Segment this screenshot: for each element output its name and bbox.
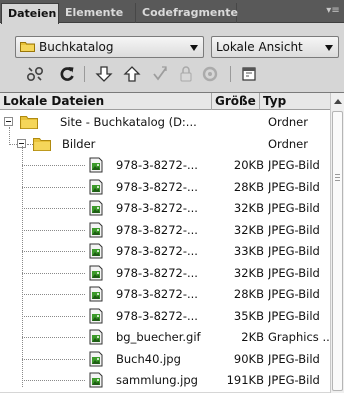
file-name: Site - Buchkatalog (D:...: [60, 115, 197, 129]
check-in-icon[interactable]: [176, 64, 196, 84]
tree-file-row[interactable]: 978-3-8272-... 33KB JPEG-Bild: [0, 241, 330, 262]
toolbar-divider: [84, 66, 85, 82]
tree-file-row[interactable]: 978-3-8272-... 28KB JPEG-Bild: [0, 284, 330, 305]
collapse-toggle-icon[interactable]: [4, 117, 13, 126]
panel-options-menu-icon[interactable]: ▾≡: [326, 5, 340, 17]
tree-file-row[interactable]: 978-3-8272-... 32KB JPEG-Bild: [0, 263, 330, 284]
file-type: JPEG-Bild: [268, 309, 320, 323]
tab-codefragmente[interactable]: Codefragmente: [136, 3, 238, 23]
image-file-icon: [88, 372, 104, 388]
tree-file-row[interactable]: 978-3-8272-... 32KB JPEG-Bild: [0, 198, 330, 219]
get-files-icon[interactable]: [94, 64, 114, 84]
file-type: JPEG-Bild: [268, 352, 320, 366]
tree-file-row[interactable]: sammlung.jpg 191KB JPEG-Bild: [0, 370, 330, 391]
file-type: JPEG-Bild: [268, 180, 320, 194]
tree-file-row[interactable]: 978-3-8272-... 20KB JPEG-Bild: [0, 155, 330, 176]
tab-dateien[interactable]: Dateien: [1, 3, 59, 24]
file-name: 978-3-8272-...: [116, 223, 198, 237]
refresh-icon[interactable]: [57, 64, 77, 84]
tree-file-row[interactable]: Buch40.jpg 90KB JPEG-Bild: [0, 349, 330, 370]
check-out-icon[interactable]: [150, 64, 170, 84]
column-header-type[interactable]: Typ: [260, 93, 330, 110]
file-size: 20KB: [233, 158, 264, 172]
toolbar-divider: [230, 66, 231, 82]
view-select[interactable]: Lokale Ansicht: [211, 36, 339, 58]
file-size: 191KB: [226, 373, 264, 387]
vertical-scrollbar[interactable]: [330, 93, 344, 393]
file-size: 32KB: [233, 201, 264, 215]
file-size: 32KB: [233, 266, 264, 280]
files-panel: Dateien Elemente Codefragmente ▾≡ Buchka…: [0, 0, 344, 393]
image-file-icon: [88, 179, 104, 195]
file-size: 32KB: [233, 223, 264, 237]
tree-folder-row[interactable]: Bilder Ordner: [0, 134, 330, 155]
file-name: 978-3-8272-...: [116, 287, 198, 301]
file-name: 978-3-8272-...: [116, 266, 198, 280]
file-name: Bilder: [62, 137, 96, 151]
file-type: Ordner: [268, 137, 308, 151]
view-select-value: Lokale Ansicht: [216, 40, 303, 54]
list-header: Lokale Dateien Größe Typ: [0, 93, 330, 110]
tree-file-row[interactable]: 978-3-8272-... 32KB JPEG-Bild: [0, 220, 330, 241]
file-type: JPEG-Bild: [268, 244, 320, 258]
file-type: JPEG-Bild: [268, 266, 320, 280]
image-file-icon: [88, 157, 104, 173]
tree-file-row[interactable]: 978-3-8272-... 35KB JPEG-Bild: [0, 306, 330, 327]
local-files-list: Lokale Dateien Größe Typ Site - Buchkata…: [0, 92, 344, 393]
file-size: 28KB: [233, 287, 264, 301]
image-file-icon: [88, 265, 104, 281]
file-size: 35KB: [233, 309, 264, 323]
put-files-icon[interactable]: [122, 64, 142, 84]
image-file-icon: [88, 243, 104, 259]
file-size: 33KB: [233, 244, 264, 258]
file-size: 2KB: [241, 330, 264, 344]
scrollbar-thumb[interactable]: [332, 111, 343, 391]
file-type: JPEG-Bild: [268, 373, 320, 387]
image-file-icon: [88, 200, 104, 216]
file-type: Ordner: [268, 115, 308, 129]
file-name: 978-3-8272-...: [116, 244, 198, 258]
panel-tab-bar: Dateien Elemente Codefragmente ▾≡: [0, 0, 344, 24]
tree-file-row[interactable]: 978-3-8272-... 28KB JPEG-Bild: [0, 177, 330, 198]
site-select-value: Buchkatalog: [39, 40, 114, 54]
file-type: Graphics ...: [268, 330, 330, 344]
chevron-down-icon: [325, 45, 333, 51]
file-name: 978-3-8272-...: [116, 309, 198, 323]
connect-icon[interactable]: [25, 64, 45, 84]
site-select[interactable]: Buchkatalog: [15, 36, 204, 58]
file-name: sammlung.jpg: [116, 373, 198, 387]
folder-icon: [20, 115, 38, 129]
scroll-up-arrow-icon[interactable]: [334, 99, 342, 104]
files-toolbar: [0, 61, 344, 87]
image-file-icon: [88, 222, 104, 238]
image-file-icon: [88, 351, 104, 367]
column-header-name[interactable]: Lokale Dateien: [0, 93, 212, 110]
folder-icon: [20, 42, 35, 52]
file-type: JPEG-Bild: [268, 158, 320, 172]
file-name: 978-3-8272-...: [116, 201, 198, 215]
column-header-size[interactable]: Größe: [212, 93, 260, 110]
expand-view-icon[interactable]: [239, 64, 259, 84]
file-type: JPEG-Bild: [268, 201, 320, 215]
image-file-icon: [88, 286, 104, 302]
image-file-icon: [88, 329, 104, 345]
synchronize-icon[interactable]: [200, 64, 220, 84]
file-type: JPEG-Bild: [268, 287, 320, 301]
file-size: 90KB: [233, 352, 264, 366]
file-name: 978-3-8272-...: [116, 180, 198, 194]
file-name: 978-3-8272-...: [116, 158, 198, 172]
image-file-icon: [88, 308, 104, 324]
chevron-down-icon: [190, 45, 198, 51]
folder-icon: [33, 137, 51, 151]
tree-file-row[interactable]: bg_buecher.gif 2KB Graphics ...: [0, 327, 330, 348]
file-name: bg_buecher.gif: [116, 330, 201, 344]
file-name: Buch40.jpg: [116, 352, 181, 366]
tree-folder-row[interactable]: Site - Buchkatalog (D:... Ordner: [0, 112, 330, 133]
tab-elemente[interactable]: Elemente: [59, 3, 136, 23]
file-size: 28KB: [233, 180, 264, 194]
file-type: JPEG-Bild: [268, 223, 320, 237]
